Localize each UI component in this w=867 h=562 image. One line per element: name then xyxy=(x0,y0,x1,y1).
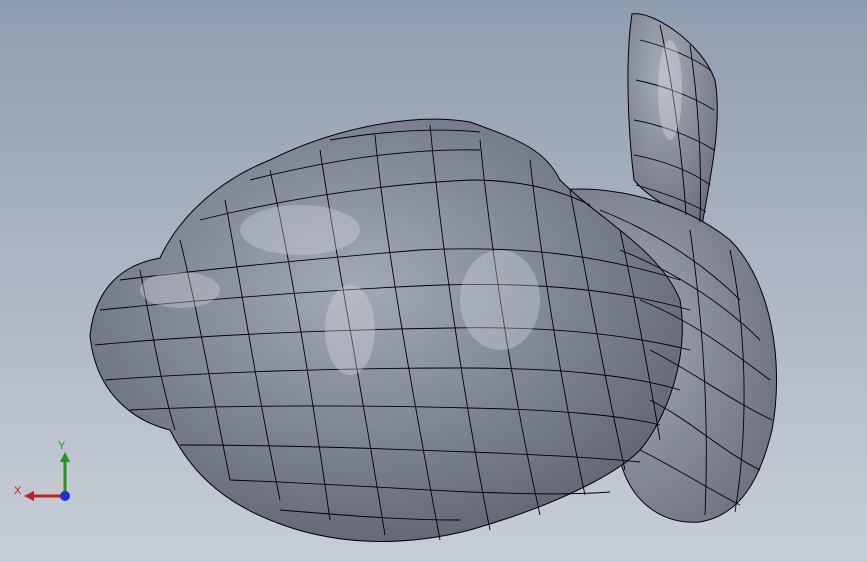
reference-triad: Y X xyxy=(10,440,80,510)
graphics-viewport[interactable]: Y X xyxy=(0,0,867,562)
bunny-model[interactable] xyxy=(0,0,867,562)
triad-x-label: X xyxy=(14,485,22,497)
triad-y-label: Y xyxy=(58,440,66,452)
bunny-body xyxy=(89,118,683,542)
triad-axes xyxy=(24,452,70,501)
